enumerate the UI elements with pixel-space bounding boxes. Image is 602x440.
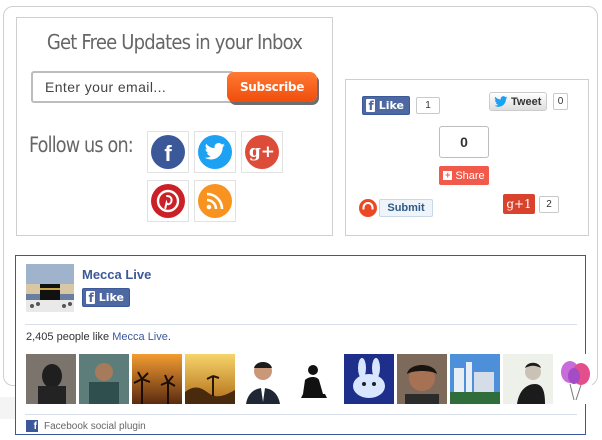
likes-summary: 2,405 people like Mecca Live. [26,331,171,343]
page-link[interactable]: Mecca Live [112,331,168,343]
tweet-label: Tweet [511,95,542,108]
google-plus-one-button[interactable]: g+1 [503,194,535,214]
share-label: Share [455,169,485,182]
facebook-icon: f [26,420,38,432]
google-plus-follow-link[interactable]: g+ [241,131,283,173]
divider [25,414,577,415]
likes-count-text: 2,405 people like [26,331,113,343]
facebook-icon: f [366,99,375,112]
plus-icon: + [443,170,453,180]
divider [25,324,577,325]
stumbleupon-icon[interactable] [359,199,377,217]
follow-us-label: Follow us on: [29,133,134,157]
tweet-button[interactable]: Tweet [489,92,547,111]
facebook-social-plugin-link[interactable]: f Facebook social plugin [26,420,146,432]
likes-suffix: . [167,331,171,343]
page: Get Free Updates in your Inbox Subscribe… [0,0,602,440]
tweet-count: 0 [553,93,568,110]
page-name[interactable]: Mecca Live [82,267,151,282]
twitter-icon [198,135,232,169]
twitter-follow-link[interactable] [194,131,236,173]
share-total-count: 0 [439,126,489,158]
rss-icon [198,184,232,218]
facebook-like-button[interactable]: f Like [362,96,410,115]
stumbleupon-submit-button[interactable]: Submit [379,199,433,217]
fan-avatar[interactable] [132,354,182,404]
page-like-label: Like [98,291,124,304]
fan-avatar[interactable] [26,354,76,404]
facebook-icon: f [86,291,95,304]
fan-avatar[interactable] [556,354,592,404]
share-widget: f Like 1 Tweet 0 0 + Share Submit g+1 2 [345,79,589,236]
twitter-icon [494,95,508,107]
subscribe-button[interactable]: Subscribe [227,72,317,102]
google-plus-count: 2 [539,196,559,213]
subscribe-title: Get Free Updates in your Inbox [46,30,303,54]
fan-avatar[interactable] [503,354,553,404]
fan-avatar[interactable] [344,354,394,404]
facebook-like-count: 1 [416,97,440,114]
facebook-follow-link[interactable]: f [147,131,189,173]
fan-avatar[interactable] [238,354,288,404]
fan-avatar[interactable] [397,354,447,404]
plugin-footer-label: Facebook social plugin [44,420,146,432]
pinterest-follow-link[interactable] [147,180,189,222]
facebook-page-plugin: Mecca Live f Like 2,405 people like Mecc… [15,255,592,435]
google-plus-icon: g+ [245,135,279,169]
page-like-button[interactable]: f Like [82,288,130,307]
fan-avatar[interactable] [450,354,500,404]
svg-text:f: f [164,141,172,166]
fan-avatar[interactable] [79,354,129,404]
facebook-icon: f [151,135,185,169]
fan-avatar[interactable] [291,354,341,404]
share-button[interactable]: + Share [439,166,489,185]
subscribe-widget: Get Free Updates in your Inbox Subscribe… [16,17,333,236]
fan-avatar[interactable] [185,354,235,404]
page-avatar[interactable] [26,264,74,312]
rss-follow-link[interactable] [194,180,236,222]
pinterest-icon [151,184,185,218]
email-field[interactable] [31,71,234,103]
facebook-like-label: Like [378,99,404,112]
